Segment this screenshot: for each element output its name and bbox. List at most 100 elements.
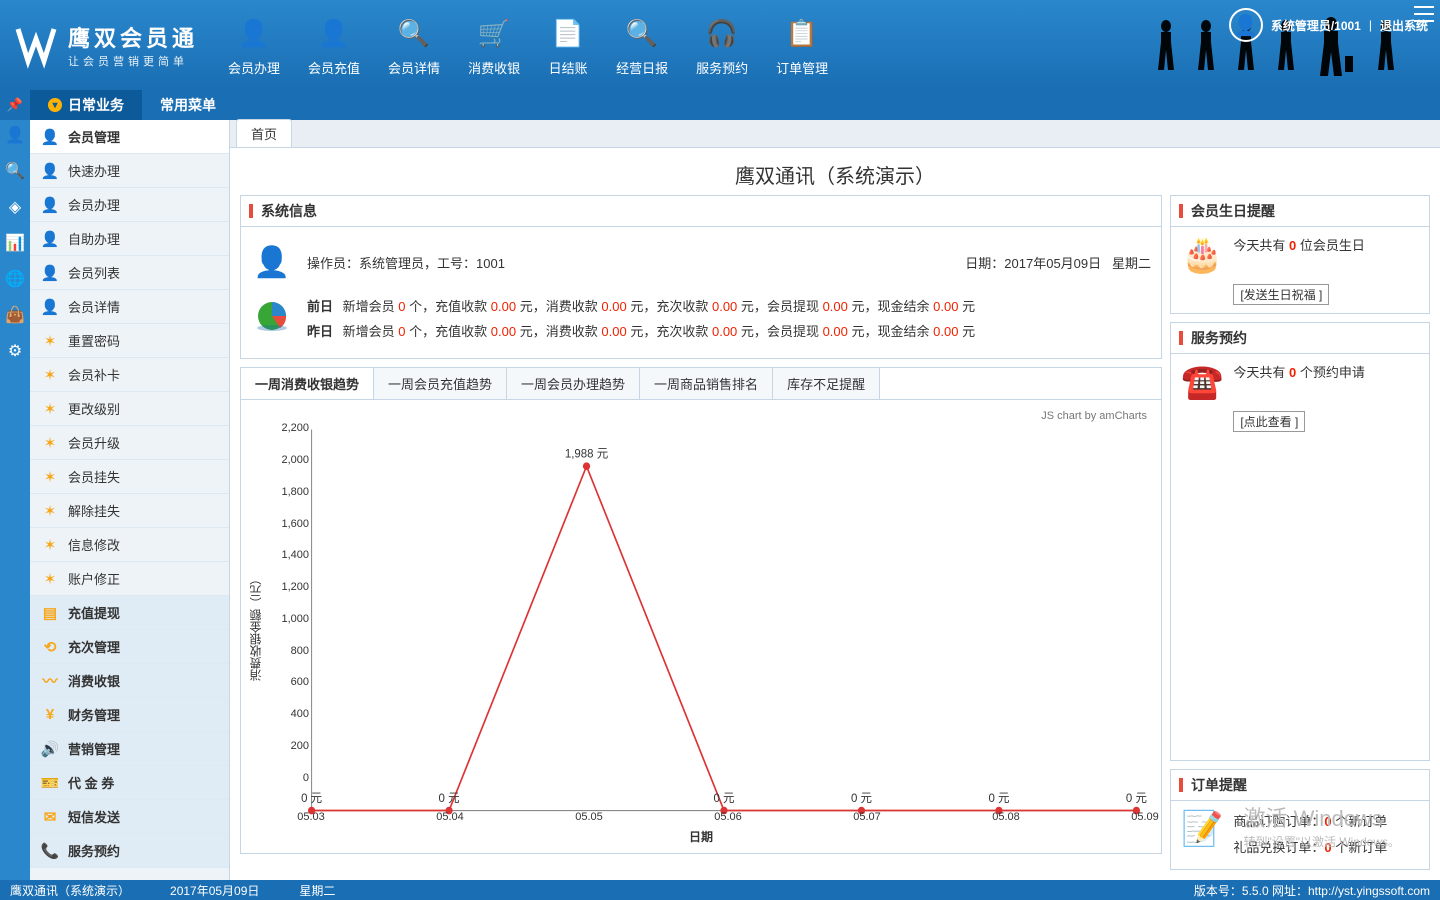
- chart-xlabel: 日期: [689, 828, 713, 845]
- iconbar-search-icon[interactable]: 🔍: [4, 160, 26, 182]
- panel-birthday: 会员生日提醒 🎂 今天共有 0 位会员生日 [发送生日祝福 ]: [1170, 195, 1430, 314]
- sidebar-grp-member-icon: 👤: [40, 127, 60, 147]
- sidebar-grp-cashier[interactable]: 〰消费收银: [30, 664, 229, 698]
- panel-sysinfo-title: 系统信息: [241, 196, 1161, 227]
- daily-close-icon: 📄: [548, 14, 588, 54]
- notepad-icon: 📝: [1181, 809, 1223, 861]
- sidebar-list-icon: 👤: [40, 263, 60, 283]
- sidebar-self[interactable]: 👤自助办理: [30, 222, 229, 256]
- sidebar-grp-count[interactable]: ⟲充次管理: [30, 630, 229, 664]
- pin-icon[interactable]: 📌: [0, 90, 30, 120]
- sidebar-reissue[interactable]: ✶会员补卡: [30, 358, 229, 392]
- tool-member-detail[interactable]: 🔍会员详情: [388, 14, 440, 77]
- trend-tab-0[interactable]: 一周消费收银趋势: [241, 368, 374, 399]
- iconbar-bag-icon[interactable]: 👜: [4, 304, 26, 326]
- birthday-line: 今天共有 0 位会员生日: [1233, 235, 1364, 254]
- sidebar-grp-recharge[interactable]: ▤充值提现: [30, 596, 229, 630]
- trend-tab-4[interactable]: 库存不足提醒: [773, 368, 880, 399]
- trend-tab-2[interactable]: 一周会员办理趋势: [507, 368, 640, 399]
- sidebar-grp-voucher[interactable]: 🎫代 金 券: [30, 766, 229, 800]
- sidebar-grp-finance-icon: ¥: [40, 705, 60, 725]
- sidebar-resetpw[interactable]: ✶重置密码: [30, 324, 229, 358]
- tab-home[interactable]: 首页: [236, 119, 292, 147]
- navtab-common[interactable]: 常用菜单: [142, 90, 234, 120]
- trend-tab-3[interactable]: 一周商品销售排名: [640, 368, 773, 399]
- trend-tab-1[interactable]: 一周会员充值趋势: [374, 368, 507, 399]
- svg-text:0 元: 0 元: [851, 792, 872, 805]
- app-header: 鹰双会员通 让会员营销更简单 👤会员办理👤会员充值🔍会员详情🛒消费收银📄日结账🔍…: [0, 0, 1440, 90]
- sidebar-self-icon: 👤: [40, 229, 60, 249]
- brand-slogan: 让会员营销更简单: [68, 53, 198, 69]
- tool-daily-report[interactable]: 🔍经营日报: [616, 14, 668, 77]
- main-layout: 👤 🔍 ◈ 📊 🌐 👜 ⚙ 👤会员管理👤快速办理👤会员办理👤自助办理👤会员列表👤…: [0, 120, 1440, 880]
- sidebar-unloss-icon: ✶: [40, 501, 60, 521]
- tool-cashier[interactable]: 🛒消费收银: [468, 14, 520, 77]
- tool-service-book[interactable]: 🎧服务预约: [696, 14, 748, 77]
- sidebar-loss[interactable]: ✶会员挂失: [30, 460, 229, 494]
- view-booking-link[interactable]: [点此查看 ]: [1233, 411, 1305, 432]
- iconbar-stats-icon[interactable]: 📊: [4, 232, 26, 254]
- sidebar-grp-sms[interactable]: ✉短信发送: [30, 800, 229, 834]
- panel-orders-title: 订单提醒: [1171, 770, 1429, 801]
- sidebar-grp-book[interactable]: 📞服务预约: [30, 834, 229, 868]
- logo-mark-icon: [12, 21, 60, 69]
- sidebar-loss-icon: ✶: [40, 467, 60, 487]
- birthday-cake-icon: 🎂: [1181, 235, 1223, 305]
- sidebar-grp-recharge-icon: ▤: [40, 603, 60, 623]
- trend-tabs: 一周消费收银趋势一周会员充值趋势一周会员办理趋势一周商品销售排名库存不足提醒: [240, 367, 1162, 399]
- panel-booking-title: 服务预约: [1171, 323, 1429, 354]
- navtab-daily[interactable]: ▾日常业务: [30, 90, 142, 120]
- statusbar: 鹰双通讯（系统演示） 2017年05月09日 星期二 版本号：5.5.0 网址：…: [0, 880, 1440, 900]
- sidebar-infomod-icon: ✶: [40, 535, 60, 555]
- iconbar-gear-icon[interactable]: ⚙: [4, 340, 26, 362]
- summary-yesterday: 昨日 新增会员 0 个，充值收款 0.00 元，消费收款 0.00 元，充次收款…: [307, 320, 1151, 345]
- sidebar-grp-member[interactable]: 👤会员管理: [30, 120, 229, 154]
- service-book-icon: 🎧: [702, 14, 742, 54]
- user-name: 系统管理员/1001: [1271, 17, 1361, 34]
- iconbar-globe-icon[interactable]: 🌐: [4, 268, 26, 290]
- order-line-2: 礼品兑换订单：0 个新订单: [1233, 835, 1387, 861]
- member-recharge-icon: 👤: [314, 14, 354, 54]
- content-area: 首页 鹰双通讯（系统演示） 系统信息 👤 操作员：系统管理员，工号：1001: [230, 120, 1440, 880]
- sidebar-grp-finance[interactable]: ¥财务管理: [30, 698, 229, 732]
- panel-sysinfo: 系统信息 👤 操作员：系统管理员，工号：1001 日期：2017年05月09日 …: [240, 195, 1162, 359]
- sidebar: 👤会员管理👤快速办理👤会员办理👤自助办理👤会员列表👤会员详情✶重置密码✶会员补卡…: [30, 120, 230, 880]
- logout-link[interactable]: 退出系统: [1380, 17, 1428, 34]
- iconbar-layers-icon[interactable]: ◈: [4, 196, 26, 218]
- sidebar-chlevel-icon: ✶: [40, 399, 60, 419]
- tool-member-add[interactable]: 👤会员办理: [228, 14, 280, 77]
- sidebar-grp-count-icon: ⟲: [40, 637, 60, 657]
- iconbar-user-icon[interactable]: 👤: [4, 124, 26, 146]
- main-toolbar: 👤会员办理 👤会员充值 🔍会员详情 🛒消费收银 📄日结账 🔍经营日报 🎧服务预约 📋订单管理: [228, 14, 828, 77]
- tool-member-recharge[interactable]: 👤会员充值: [308, 14, 360, 77]
- chart-yticks: 02004006008001,0001,2001,4001,6001,8002,…: [271, 410, 311, 807]
- chart-xticks: 05.0305.0405.0505.0605.0705.0805.09: [311, 811, 1145, 825]
- tool-order-manage[interactable]: 📋订单管理: [776, 14, 828, 77]
- sidebar-chlevel[interactable]: ✶更改级别: [30, 392, 229, 426]
- status-company: 鹰双通讯（系统演示）: [10, 882, 130, 899]
- sidebar-infomod[interactable]: ✶信息修改: [30, 528, 229, 562]
- sidebar-unloss[interactable]: ✶解除挂失: [30, 494, 229, 528]
- cashier-icon: 🛒: [474, 14, 514, 54]
- sidebar-detail[interactable]: 👤会员详情: [30, 290, 229, 324]
- sidebar-quick[interactable]: 👤快速办理: [30, 154, 229, 188]
- page-tabstrip: 首页: [230, 120, 1440, 148]
- sidebar-resetpw-icon: ✶: [40, 331, 60, 351]
- svg-text:1,988 元: 1,988 元: [565, 448, 609, 461]
- sidebar-upgrade-icon: ✶: [40, 433, 60, 453]
- sidebar-acctfix[interactable]: ✶账户修正: [30, 562, 229, 596]
- sidebar-list[interactable]: 👤会员列表: [30, 256, 229, 290]
- send-birthday-link[interactable]: [发送生日祝福 ]: [1233, 284, 1329, 305]
- tool-daily-close[interactable]: 📄日结账: [548, 14, 588, 77]
- nav-row: 📌 ▾日常业务 常用菜单: [0, 90, 1440, 120]
- svg-text:0 元: 0 元: [988, 792, 1009, 805]
- sidebar-upgrade[interactable]: ✶会员升级: [30, 426, 229, 460]
- booking-line: 今天共有 0 个预约申请: [1233, 362, 1364, 381]
- sidebar-grp-market[interactable]: 🔊营销管理: [30, 732, 229, 766]
- sidebar-quick-icon: 👤: [40, 161, 60, 181]
- phone-icon: ☎️: [1181, 362, 1223, 432]
- avatar-icon[interactable]: 👤: [1229, 8, 1263, 42]
- member-add-icon: 👤: [234, 14, 274, 54]
- sidebar-apply[interactable]: 👤会员办理: [30, 188, 229, 222]
- sidebar-reissue-icon: ✶: [40, 365, 60, 385]
